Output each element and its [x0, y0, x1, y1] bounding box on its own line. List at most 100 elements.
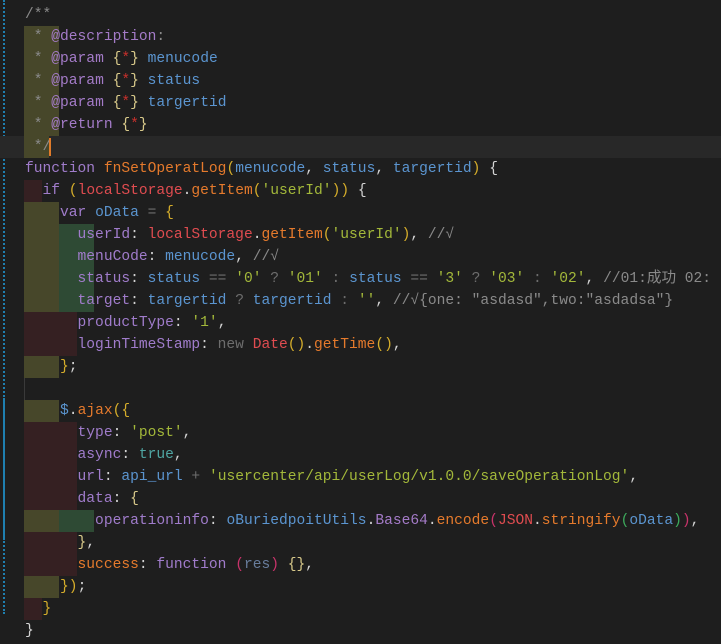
code-text: menuCode: menucode, //√ [25, 246, 279, 268]
code-token: : [208, 513, 227, 529]
code-token: ? [261, 271, 288, 287]
code-text: status: status == '0' ? '01' : status ==… [25, 268, 712, 290]
code-token: : [121, 447, 139, 463]
code-token: stringify [541, 513, 621, 529]
code-token: , [217, 315, 227, 331]
code-token: ( [68, 183, 78, 199]
code-token: localStorage [77, 183, 183, 199]
code-token: * [121, 73, 131, 89]
code-token: ajax [77, 403, 113, 419]
code-line[interactable]: type: 'post', [0, 422, 721, 444]
code-token: , [410, 227, 428, 243]
code-token: if [25, 183, 69, 199]
code-line[interactable]: /** [0, 4, 721, 26]
code-token: new [217, 337, 253, 353]
code-token: : [331, 293, 358, 309]
code-text: var oData = { [25, 202, 174, 224]
code-token: * [25, 73, 52, 89]
code-token: loginTimeStamp [25, 337, 201, 353]
code-line[interactable]: async: true, [0, 444, 721, 466]
code-token: () [287, 337, 306, 353]
code-text: userId: localStorage.getItem('userId'), … [25, 224, 455, 246]
code-token: == [401, 271, 437, 287]
code-token: : [112, 491, 131, 507]
code-line[interactable]: $.ajax({ [0, 400, 721, 422]
code-token: * [25, 51, 52, 67]
code-line[interactable]: var oData = { [0, 202, 721, 224]
code-token: userId [25, 227, 131, 243]
code-text: * @description: [25, 26, 165, 48]
code-line[interactable]: loginTimeStamp: new Date().getTime(), [0, 334, 721, 356]
code-token: menuCode [25, 249, 148, 265]
code-token: ) [68, 579, 78, 595]
code-token: api_url [121, 469, 183, 485]
code-editor[interactable]: /** * @description: * @param {*} menucod… [0, 4, 721, 642]
code-token: status [138, 73, 201, 89]
code-text: }); [25, 576, 86, 598]
code-line[interactable]: * @param {*} menucode [0, 48, 721, 70]
code-line[interactable]: }; [0, 356, 721, 378]
code-line[interactable]: success: function (res) {}, [0, 554, 721, 576]
code-line[interactable]: }, [0, 532, 721, 554]
code-token: encode [436, 513, 490, 529]
code-token: '02' [550, 271, 586, 287]
code-line[interactable]: * @return {*} [0, 114, 721, 136]
code-text: url: api_url + 'usercenter/api/userLog/v… [25, 466, 639, 488]
code-line[interactable]: url: api_url + 'usercenter/api/userLog/v… [0, 466, 721, 488]
code-line[interactable]: status: status == '0' ? '01' : status ==… [0, 268, 721, 290]
code-line[interactable]: if (localStorage.getItem('userId')) { [0, 180, 721, 202]
code-token: JSON [497, 513, 533, 529]
code-token: ; [68, 359, 78, 375]
code-token: } [25, 579, 69, 595]
code-token: ? [462, 271, 490, 287]
code-line[interactable]: data: { [0, 488, 721, 510]
code-token: ( [235, 557, 244, 573]
code-token: 'usercenter/api/userLog/v1.0.0/saveOpera… [208, 469, 630, 485]
code-token: : [103, 469, 122, 485]
code-text: * @param {*} status [25, 70, 200, 92]
code-line[interactable]: */ [0, 136, 721, 158]
code-text: data: { [25, 488, 139, 510]
code-token: : [524, 271, 551, 287]
text-cursor [49, 138, 51, 156]
code-line[interactable]: * @description: [0, 26, 721, 48]
code-token: target [25, 293, 131, 309]
code-token: : [156, 29, 166, 45]
code-text: function fnSetOperatLog(menucode, status… [25, 158, 498, 180]
code-line[interactable]: } [0, 598, 721, 620]
code-token: , [173, 447, 183, 463]
code-token: status [322, 161, 376, 177]
code-token: /** [25, 7, 52, 23]
code-line[interactable]: userId: localStorage.getItem('userId'), … [0, 224, 721, 246]
code-token: } [25, 601, 52, 617]
code-line[interactable]: }); [0, 576, 721, 598]
code-token: : [130, 271, 148, 287]
code-token: { [130, 491, 139, 507]
code-token: ; [77, 579, 87, 595]
code-token: status [25, 271, 131, 287]
code-token: * [121, 51, 131, 67]
code-token: { [349, 183, 367, 199]
code-line[interactable]: target: targertid ? targertid : '', //√{… [0, 290, 721, 312]
code-line[interactable]: function fnSetOperatLog(menucode, status… [0, 158, 721, 180]
code-line[interactable]: * @param {*} status [0, 70, 721, 92]
code-line[interactable]: menuCode: menucode, //√ [0, 246, 721, 268]
code-line[interactable]: productType: '1', [0, 312, 721, 334]
code-token: var [25, 205, 96, 221]
code-token: operationinfo [25, 513, 209, 529]
code-line[interactable]: * @param {*} targertid [0, 92, 721, 114]
code-token: res [243, 557, 271, 573]
code-token: { [480, 161, 498, 177]
code-token: * [25, 29, 52, 45]
code-line[interactable]: } [0, 620, 721, 642]
code-token: oBuriedpoitUtils [226, 513, 367, 529]
code-token: == [200, 271, 236, 287]
code-token: targertid [392, 161, 472, 177]
code-line[interactable]: operationinfo: oBuriedpoitUtils.Base64.e… [0, 510, 721, 532]
code-token: menucode [235, 161, 306, 177]
code-token: fnSetOperatLog [103, 161, 227, 177]
code-line[interactable] [0, 378, 721, 400]
code-token: */ [25, 139, 52, 155]
